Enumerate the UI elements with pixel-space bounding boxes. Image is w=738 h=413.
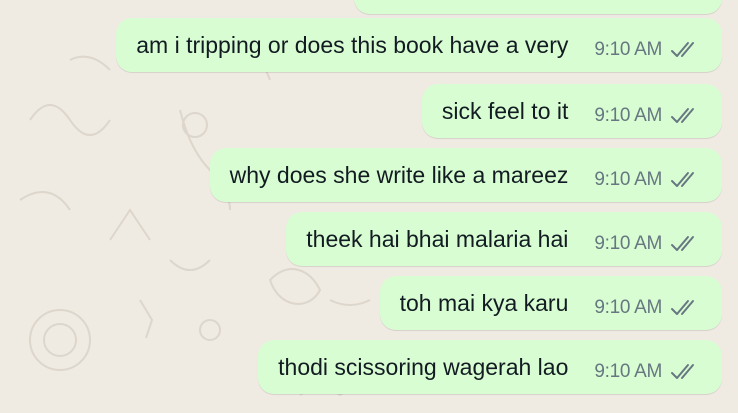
message-time: 9:10 AM xyxy=(594,105,662,126)
message-list[interactable]: am i tripping or does this book have a v… xyxy=(0,0,738,408)
message-text: sick feel to it xyxy=(441,97,569,124)
message-text: theek hai bhai malaria hai xyxy=(306,225,569,252)
message-bubble[interactable]: toh mai kya karu 9:10 AM xyxy=(379,276,722,330)
message-meta: 9:10 AM xyxy=(594,233,700,255)
message-meta: 9:10 AM xyxy=(594,39,700,61)
message-bubble[interactable]: why does she write like a mareez 9:10 AM xyxy=(209,148,722,202)
message-time: 9:10 AM xyxy=(594,361,662,382)
message-meta: 9:10 AM xyxy=(594,169,700,191)
double-check-icon xyxy=(670,298,700,318)
double-check-icon xyxy=(670,170,700,190)
message-meta: 9:10 AM xyxy=(594,297,700,319)
previous-message-bubble xyxy=(354,0,722,14)
message-meta: 9:10 AM xyxy=(594,361,700,383)
message-bubble[interactable]: thodi scissoring wagerah lao 9:10 AM xyxy=(258,340,722,394)
double-check-icon xyxy=(670,40,700,60)
message-time: 9:10 AM xyxy=(594,169,662,190)
message-meta: 9:10 AM xyxy=(594,105,700,127)
message-time: 9:10 AM xyxy=(594,233,662,254)
double-check-icon xyxy=(670,106,700,126)
message-bubble[interactable]: theek hai bhai malaria hai 9:10 AM xyxy=(286,212,722,266)
message-bubble[interactable]: sick feel to it 9:10 AM xyxy=(421,84,722,138)
message-text: am i tripping or does this book have a v… xyxy=(136,31,569,58)
message-text: toh mai kya karu xyxy=(399,289,569,316)
message-text: why does she write like a mareez xyxy=(229,161,569,188)
message-text: thodi scissoring wagerah lao xyxy=(278,353,569,380)
double-check-icon xyxy=(670,234,700,254)
message-time: 9:10 AM xyxy=(594,39,662,60)
double-check-icon xyxy=(670,362,700,382)
message-time: 9:10 AM xyxy=(594,297,662,318)
message-bubble[interactable]: am i tripping or does this book have a v… xyxy=(116,18,722,72)
